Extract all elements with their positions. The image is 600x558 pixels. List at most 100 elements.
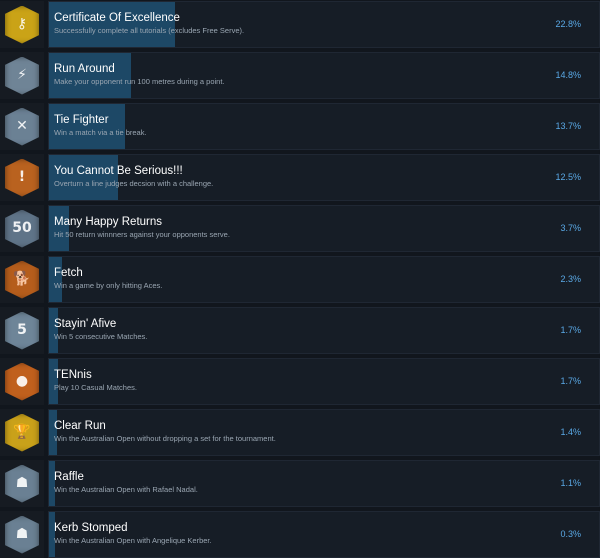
achievement-description: Win a match via a tie break.: [54, 128, 147, 137]
unlock-percentage: 1.4%: [560, 427, 581, 437]
achievement-description: Overturn a line judges decsion with a ch…: [54, 179, 214, 188]
achievement-title: Many Happy Returns: [54, 216, 163, 228]
achievement-title: Run Around: [54, 63, 115, 75]
achievement-list: ⚷ Certificate Of Excellence Successfully…: [0, 0, 600, 558]
unlock-progress-bar: [49, 308, 58, 353]
icon-glyph: 50: [12, 219, 32, 236]
achievement-description: Win 5 consecutive Matches.: [54, 332, 148, 341]
unlock-percentage: 1.7%: [560, 376, 581, 386]
achievement-icon-frame: 🐕: [0, 256, 44, 303]
achievement-description: Successfully complete all tutorials (exc…: [54, 26, 245, 35]
unlock-percentage: 1.7%: [560, 325, 581, 335]
achievement-row[interactable]: 5 Stayin' Afive Win 5 consecutive Matche…: [0, 307, 600, 354]
tennis-ball-icon: ●: [5, 362, 39, 401]
achievement-row[interactable]: ⚡ Run Around Make your opponent run 100 …: [0, 52, 600, 99]
achievement-row[interactable]: ! You Cannot Be Serious!!! Overturn a li…: [0, 154, 600, 201]
achievement-icon-frame: 🏆: [0, 409, 44, 456]
achievement-title: Raffle: [54, 471, 84, 483]
achievement-panel: Stayin' Afive Win 5 consecutive Matches.…: [48, 307, 600, 354]
achievement-panel: Many Happy Returns Hit 50 return winnner…: [48, 205, 600, 252]
unlock-percentage: 0.3%: [560, 529, 581, 539]
achievement-icon-frame: !: [0, 154, 44, 201]
five-wins-icon: 5: [5, 311, 39, 350]
achievement-row[interactable]: ✕ Tie Fighter Win a match via a tie brea…: [0, 103, 600, 150]
achievement-panel: Raffle Win the Australian Open with Rafa…: [48, 460, 600, 507]
achievement-icon-frame: ☗: [0, 511, 44, 558]
icon-glyph: !: [18, 168, 26, 185]
unlock-percentage: 12.5%: [555, 172, 581, 182]
dog-fetch-icon: 🐕: [5, 260, 39, 299]
achievement-title: TENnis: [54, 369, 92, 381]
achievement-panel: Tie Fighter Win a match via a tie break.…: [48, 103, 600, 150]
achievement-panel: Clear Run Win the Australian Open withou…: [48, 409, 600, 456]
unlock-progress-bar: [49, 104, 125, 149]
achievement-row[interactable]: ● TENnis Play 10 Casual Matches. 1.7%: [0, 358, 600, 405]
achievement-description: Hit 50 return winnners against your oppo…: [54, 230, 230, 239]
unlock-percentage: 13.7%: [555, 121, 581, 131]
fifty-returns-icon: 50: [5, 209, 39, 248]
unlock-percentage: 3.7%: [560, 223, 581, 233]
angry-player-icon: !: [5, 158, 39, 197]
kerber-player-icon: ☗: [5, 515, 39, 554]
achievement-title: You Cannot Be Serious!!!: [54, 165, 183, 177]
unlock-progress-bar: [49, 155, 118, 200]
icon-glyph: ☗: [15, 525, 29, 542]
achievement-title: Fetch: [54, 267, 83, 279]
achievement-icon-frame: ☗: [0, 460, 44, 507]
achievement-description: Win a game by only hitting Aces.: [54, 281, 163, 290]
achievement-panel: You Cannot Be Serious!!! Overturn a line…: [48, 154, 600, 201]
unlock-progress-bar: [49, 359, 58, 404]
achievement-description: Win the Australian Open with Angelique K…: [54, 536, 212, 545]
icon-glyph: ✕: [16, 117, 28, 134]
certificate-icon: ⚷: [5, 5, 39, 44]
achievement-row[interactable]: ☗ Raffle Win the Australian Open with Ra…: [0, 460, 600, 507]
achievement-icon-frame: ✕: [0, 103, 44, 150]
unlock-progress-bar: [49, 257, 62, 302]
achievement-row[interactable]: ⚷ Certificate Of Excellence Successfully…: [0, 1, 600, 48]
running-player-icon: ⚡: [5, 56, 39, 95]
achievement-row[interactable]: ☗ Kerb Stomped Win the Australian Open w…: [0, 511, 600, 558]
icon-glyph: ☗: [15, 474, 29, 491]
unlock-progress-bar: [49, 410, 57, 455]
unlock-progress-bar: [49, 512, 55, 557]
unlock-progress-bar: [49, 206, 69, 251]
achievement-panel: Run Around Make your opponent run 100 me…: [48, 52, 600, 99]
unlock-percentage: 2.3%: [560, 274, 581, 284]
achievement-row[interactable]: 🐕 Fetch Win a game by only hitting Aces.…: [0, 256, 600, 303]
achievement-icon-frame: 5: [0, 307, 44, 354]
unlock-progress-bar: [49, 2, 175, 47]
icon-glyph: 🏆: [13, 423, 31, 440]
achievement-panel: Fetch Win a game by only hitting Aces. 2…: [48, 256, 600, 303]
icon-glyph: 🐕: [13, 270, 31, 287]
unlock-progress-bar: [49, 53, 131, 98]
achievement-description: Win the Australian Open with Rafael Nada…: [54, 485, 198, 494]
unlock-progress-bar: [49, 461, 55, 506]
unlock-percentage: 14.8%: [555, 70, 581, 80]
achievement-description: Make your opponent run 100 metres during…: [54, 77, 225, 86]
achievement-title: Kerb Stomped: [54, 522, 128, 534]
achievement-icon-frame: ⚷: [0, 1, 44, 48]
achievement-title: Certificate Of Excellence: [54, 12, 180, 24]
achievement-row[interactable]: 50 Many Happy Returns Hit 50 return winn…: [0, 205, 600, 252]
unlock-percentage: 1.1%: [560, 478, 581, 488]
achievement-description: Win the Australian Open without dropping…: [54, 434, 276, 443]
achievement-panel: TENnis Play 10 Casual Matches. 1.7%: [48, 358, 600, 405]
achievement-panel: Certificate Of Excellence Successfully c…: [48, 1, 600, 48]
icon-glyph: ⚡: [17, 66, 27, 83]
nadal-player-icon: ☗: [5, 464, 39, 503]
tie-fighter-icon: ✕: [5, 107, 39, 146]
trophy-icon: 🏆: [5, 413, 39, 452]
achievement-title: Clear Run: [54, 420, 106, 432]
icon-glyph: 5: [17, 321, 27, 338]
icon-glyph: ●: [15, 372, 29, 389]
icon-glyph: ⚷: [16, 15, 28, 32]
achievement-panel: Kerb Stomped Win the Australian Open wit…: [48, 511, 600, 558]
achievement-icon-frame: ⚡: [0, 52, 44, 99]
achievement-description: Play 10 Casual Matches.: [54, 383, 137, 392]
achievement-row[interactable]: 🏆 Clear Run Win the Australian Open with…: [0, 409, 600, 456]
achievement-title: Stayin' Afive: [54, 318, 117, 330]
achievement-icon-frame: 50: [0, 205, 44, 252]
unlock-percentage: 22.8%: [555, 19, 581, 29]
achievement-icon-frame: ●: [0, 358, 44, 405]
achievement-title: Tie Fighter: [54, 114, 109, 126]
